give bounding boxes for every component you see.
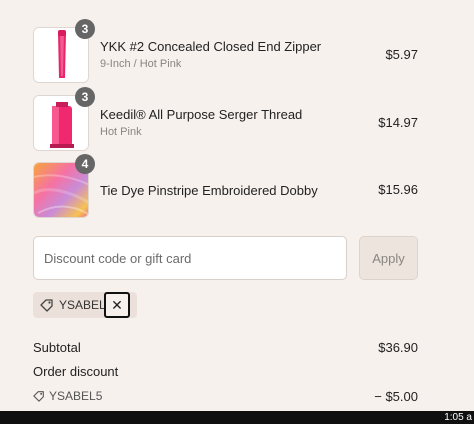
subtotal-row: Subtotal $36.90	[33, 340, 418, 355]
line-item: 3 Keedil® All Purpose Serger Thread Hot …	[33, 87, 418, 151]
taskbar-clock: 1:05 a	[444, 412, 472, 423]
product-name: YKK #2 Concealed Closed End Zipper	[100, 39, 322, 54]
discount-code-input[interactable]	[33, 236, 347, 280]
apply-discount-button[interactable]: Apply	[359, 236, 418, 280]
product-price: $5.97	[385, 47, 418, 62]
close-icon: ✕	[111, 296, 123, 313]
quantity-badge: 3	[75, 19, 95, 39]
order-discount-label: Order discount	[33, 364, 119, 379]
tag-icon	[40, 299, 53, 312]
product-variant: Hot Pink	[100, 126, 142, 138]
order-discount-code: YSABEL5	[33, 389, 102, 403]
order-discount-value: − $5.00	[374, 389, 418, 404]
product-name: Tie Dye Pinstripe Embroidered Dobby	[100, 183, 318, 198]
line-item: 3 YKK #2 Concealed Closed End Zipper 9-I…	[33, 19, 418, 83]
applied-discount-chip: YSABEL5 ✕	[33, 292, 137, 318]
quantity-badge: 3	[75, 87, 95, 107]
order-discount-code-text: YSABEL5	[49, 389, 103, 403]
remove-discount-button[interactable]: ✕	[104, 292, 130, 318]
subtotal-label: Subtotal	[33, 340, 81, 355]
product-variant: 9-Inch / Hot Pink	[100, 58, 182, 70]
line-item: 4 Tie Dye Pinstripe Embroidered Dobby $1…	[33, 154, 418, 218]
product-price: $15.96	[378, 182, 418, 197]
tag-icon	[33, 391, 44, 402]
taskbar: 1:05 a	[0, 411, 474, 424]
subtotal-value: $36.90	[378, 340, 418, 355]
quantity-badge: 4	[75, 154, 95, 174]
order-discount-row: Order discount	[33, 364, 418, 379]
product-price: $14.97	[378, 115, 418, 130]
product-name: Keedil® All Purpose Serger Thread	[100, 107, 303, 122]
